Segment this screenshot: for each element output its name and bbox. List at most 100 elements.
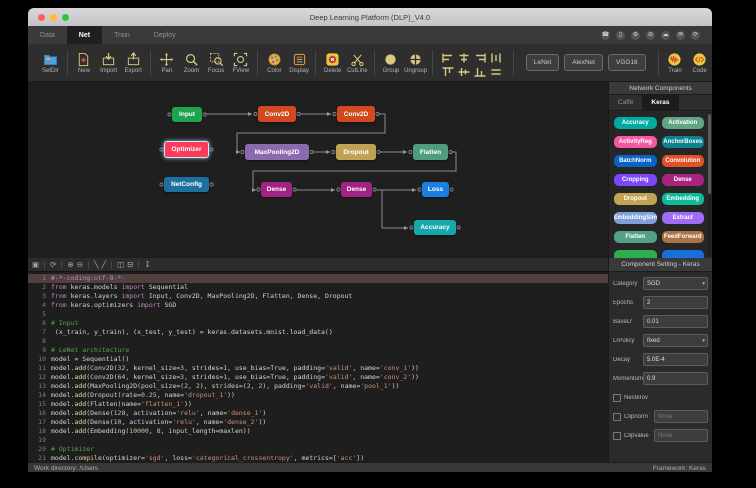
align-top-icon[interactable] [442, 64, 456, 76]
lrpolicy-select[interactable]: fixed ▾ [643, 334, 708, 347]
clipvalue-input[interactable]: None [654, 429, 708, 442]
component-activityreg[interactable]: ActivityReg [614, 136, 657, 148]
align-bottom-icon[interactable] [474, 64, 488, 77]
editor-stop-icon[interactable]: ▣ [32, 261, 39, 269]
line-number: 2 [42, 283, 46, 291]
category-select[interactable]: SGD ▾ [643, 277, 708, 290]
code-area[interactable]: 1 #-*-coding:utf-8-*- 2 from keras.models i… [28, 272, 608, 462]
device-icon[interactable]: ▯ [616, 30, 625, 40]
editor-zoom-out-icon[interactable]: ⊖ [77, 261, 83, 269]
component-anchorboxes[interactable]: AnchorBoxes [661, 136, 704, 148]
refresh-icon[interactable]: ⟳ [691, 30, 700, 40]
node-conv2d[interactable]: Conv2D [258, 106, 296, 122]
components-scrollbar[interactable] [708, 112, 711, 256]
editor-refresh-icon[interactable]: ⟳ [50, 261, 56, 269]
code-line: 11 model.add(Conv2D(32, kernel_size=3, st… [28, 364, 608, 373]
component-extract[interactable]: Extract [661, 212, 704, 224]
toolbar-separator [66, 49, 68, 76]
align-left-icon[interactable] [442, 50, 456, 62]
toolbar-ungroup-button[interactable]: Ungroup [403, 52, 428, 74]
clipvalue-checkbox[interactable] [613, 431, 621, 440]
scissors-icon [350, 52, 365, 67]
zoom-button[interactable] [62, 13, 69, 21]
align-right-icon[interactable] [474, 50, 488, 62]
toolbar-new-button[interactable]: New [72, 52, 97, 74]
editor-download-icon[interactable]: ↧ [144, 261, 150, 269]
toolbar-group-button[interactable]: Group [379, 52, 404, 74]
node-accuracy[interactable]: Accuracy [414, 220, 456, 235]
component-flatten[interactable]: Flatten [614, 231, 657, 243]
alexnet-button[interactable]: AlexNet [564, 54, 603, 71]
editor-split-h-icon[interactable]: ⊟ [127, 261, 133, 269]
compass-icon[interactable]: ⊘ [646, 30, 655, 40]
toolbar-export-button[interactable]: Export [121, 51, 146, 74]
component-activation[interactable]: Activation [661, 117, 704, 129]
mail-icon[interactable]: ✉ [676, 30, 685, 40]
node-maxpooling2d[interactable]: MaxPooling2D [245, 144, 309, 160]
node-optimizer[interactable]: Optimizer [164, 141, 209, 158]
close-button[interactable] [38, 13, 45, 21]
node-loss[interactable]: Loss [422, 182, 449, 197]
component-dropout[interactable]: Dropout [614, 193, 657, 205]
framework-tab-keras[interactable]: Keras [642, 95, 679, 110]
node-dense[interactable]: Dense [261, 182, 292, 197]
toolbar-color-button[interactable]: Color [262, 52, 287, 74]
distribute-v-icon[interactable] [490, 64, 504, 76]
component-batchnorm[interactable]: BatchNorm [614, 155, 657, 167]
align-middle-icon[interactable] [458, 64, 472, 76]
clipnorm-input[interactable]: None [654, 410, 708, 423]
editor-split-v-icon[interactable]: ◫ [117, 261, 124, 269]
decay-input[interactable]: 5.0E-4 [643, 353, 708, 366]
app-window: Deep Learning Platform (DLP)_V4.0 Data Ne… [28, 8, 712, 472]
circle-split-icon [408, 52, 423, 67]
toolbar-display-button[interactable]: Display [287, 52, 312, 74]
editor-pen2-icon[interactable]: ╱ [102, 261, 107, 269]
toolbar-train-button[interactable]: Train [663, 52, 688, 74]
baselr-input[interactable]: 0.01 [643, 315, 708, 328]
framework-tab-caffe[interactable]: Caffe [609, 95, 642, 110]
toolbar-delete-button[interactable]: Delete [320, 52, 345, 74]
component-feedforward[interactable]: FeedForward [661, 231, 704, 243]
phone-icon[interactable]: ☎ [601, 30, 610, 40]
vgg16-button[interactable]: VGG16 [607, 54, 646, 71]
toolbar-cutline-button[interactable]: CutLine [345, 52, 370, 74]
gear-icon[interactable]: ⚙ [631, 30, 640, 40]
component-cropping[interactable]: Cropping [614, 174, 657, 186]
component-partial[interactable] [614, 250, 657, 258]
node-conv2d[interactable]: Conv2D [337, 106, 375, 122]
tab-net[interactable]: Net [66, 26, 103, 44]
lenet-button[interactable]: LeNet [525, 54, 560, 71]
editor-zoom-in-icon[interactable]: ⊕ [67, 261, 73, 269]
node-netconfig[interactable]: NetConfig [164, 177, 209, 192]
component-dense[interactable]: Dense [661, 174, 704, 186]
distribute-h-icon[interactable] [490, 50, 504, 62]
node-flatten[interactable]: Flatten [413, 144, 448, 160]
component-accuracy[interactable]: Accuracy [614, 117, 657, 129]
cloud-icon[interactable]: ☁ [661, 30, 670, 40]
toolbar-focus-button[interactable]: Focus [204, 52, 229, 74]
component-convolution[interactable]: Convolution [661, 155, 704, 167]
clipnorm-checkbox[interactable] [613, 412, 621, 421]
component-partial[interactable] [661, 250, 704, 258]
tab-data[interactable]: Data [28, 26, 67, 44]
toolbar-setdir-button[interactable]: SetDir [38, 52, 63, 74]
toolbar-zoom-button[interactable]: Zoom [179, 52, 204, 74]
node-dense[interactable]: Dense [341, 182, 372, 197]
align-center-h-icon[interactable] [458, 50, 472, 62]
tab-train[interactable]: Train [102, 26, 142, 44]
editor-pen-icon[interactable]: ╲ [94, 261, 99, 269]
component-embeddingsim[interactable]: EmbeddingSim [614, 212, 657, 224]
minimize-button[interactable] [50, 13, 57, 21]
component-embedding[interactable]: Embedding [661, 193, 704, 205]
toolbar-pan-button[interactable]: Pan [155, 52, 180, 74]
toolbar-fview-button[interactable]: FView [228, 52, 253, 74]
canvas[interactable]: Input Conv2D Conv2D Optimizer MaxPooling2D Dr… [28, 82, 608, 258]
toolbar-import-button[interactable]: Import [96, 52, 121, 74]
momentum-input[interactable]: 0.9 [643, 372, 708, 385]
epochs-input[interactable]: 2 [643, 296, 708, 309]
node-input[interactable]: Input [172, 107, 202, 122]
tab-deploy[interactable]: Deploy [142, 26, 188, 44]
node-dropout[interactable]: Dropout [336, 144, 376, 160]
toolbar-code-button[interactable]: Code [687, 52, 712, 74]
nesterov-checkbox[interactable] [613, 393, 621, 402]
